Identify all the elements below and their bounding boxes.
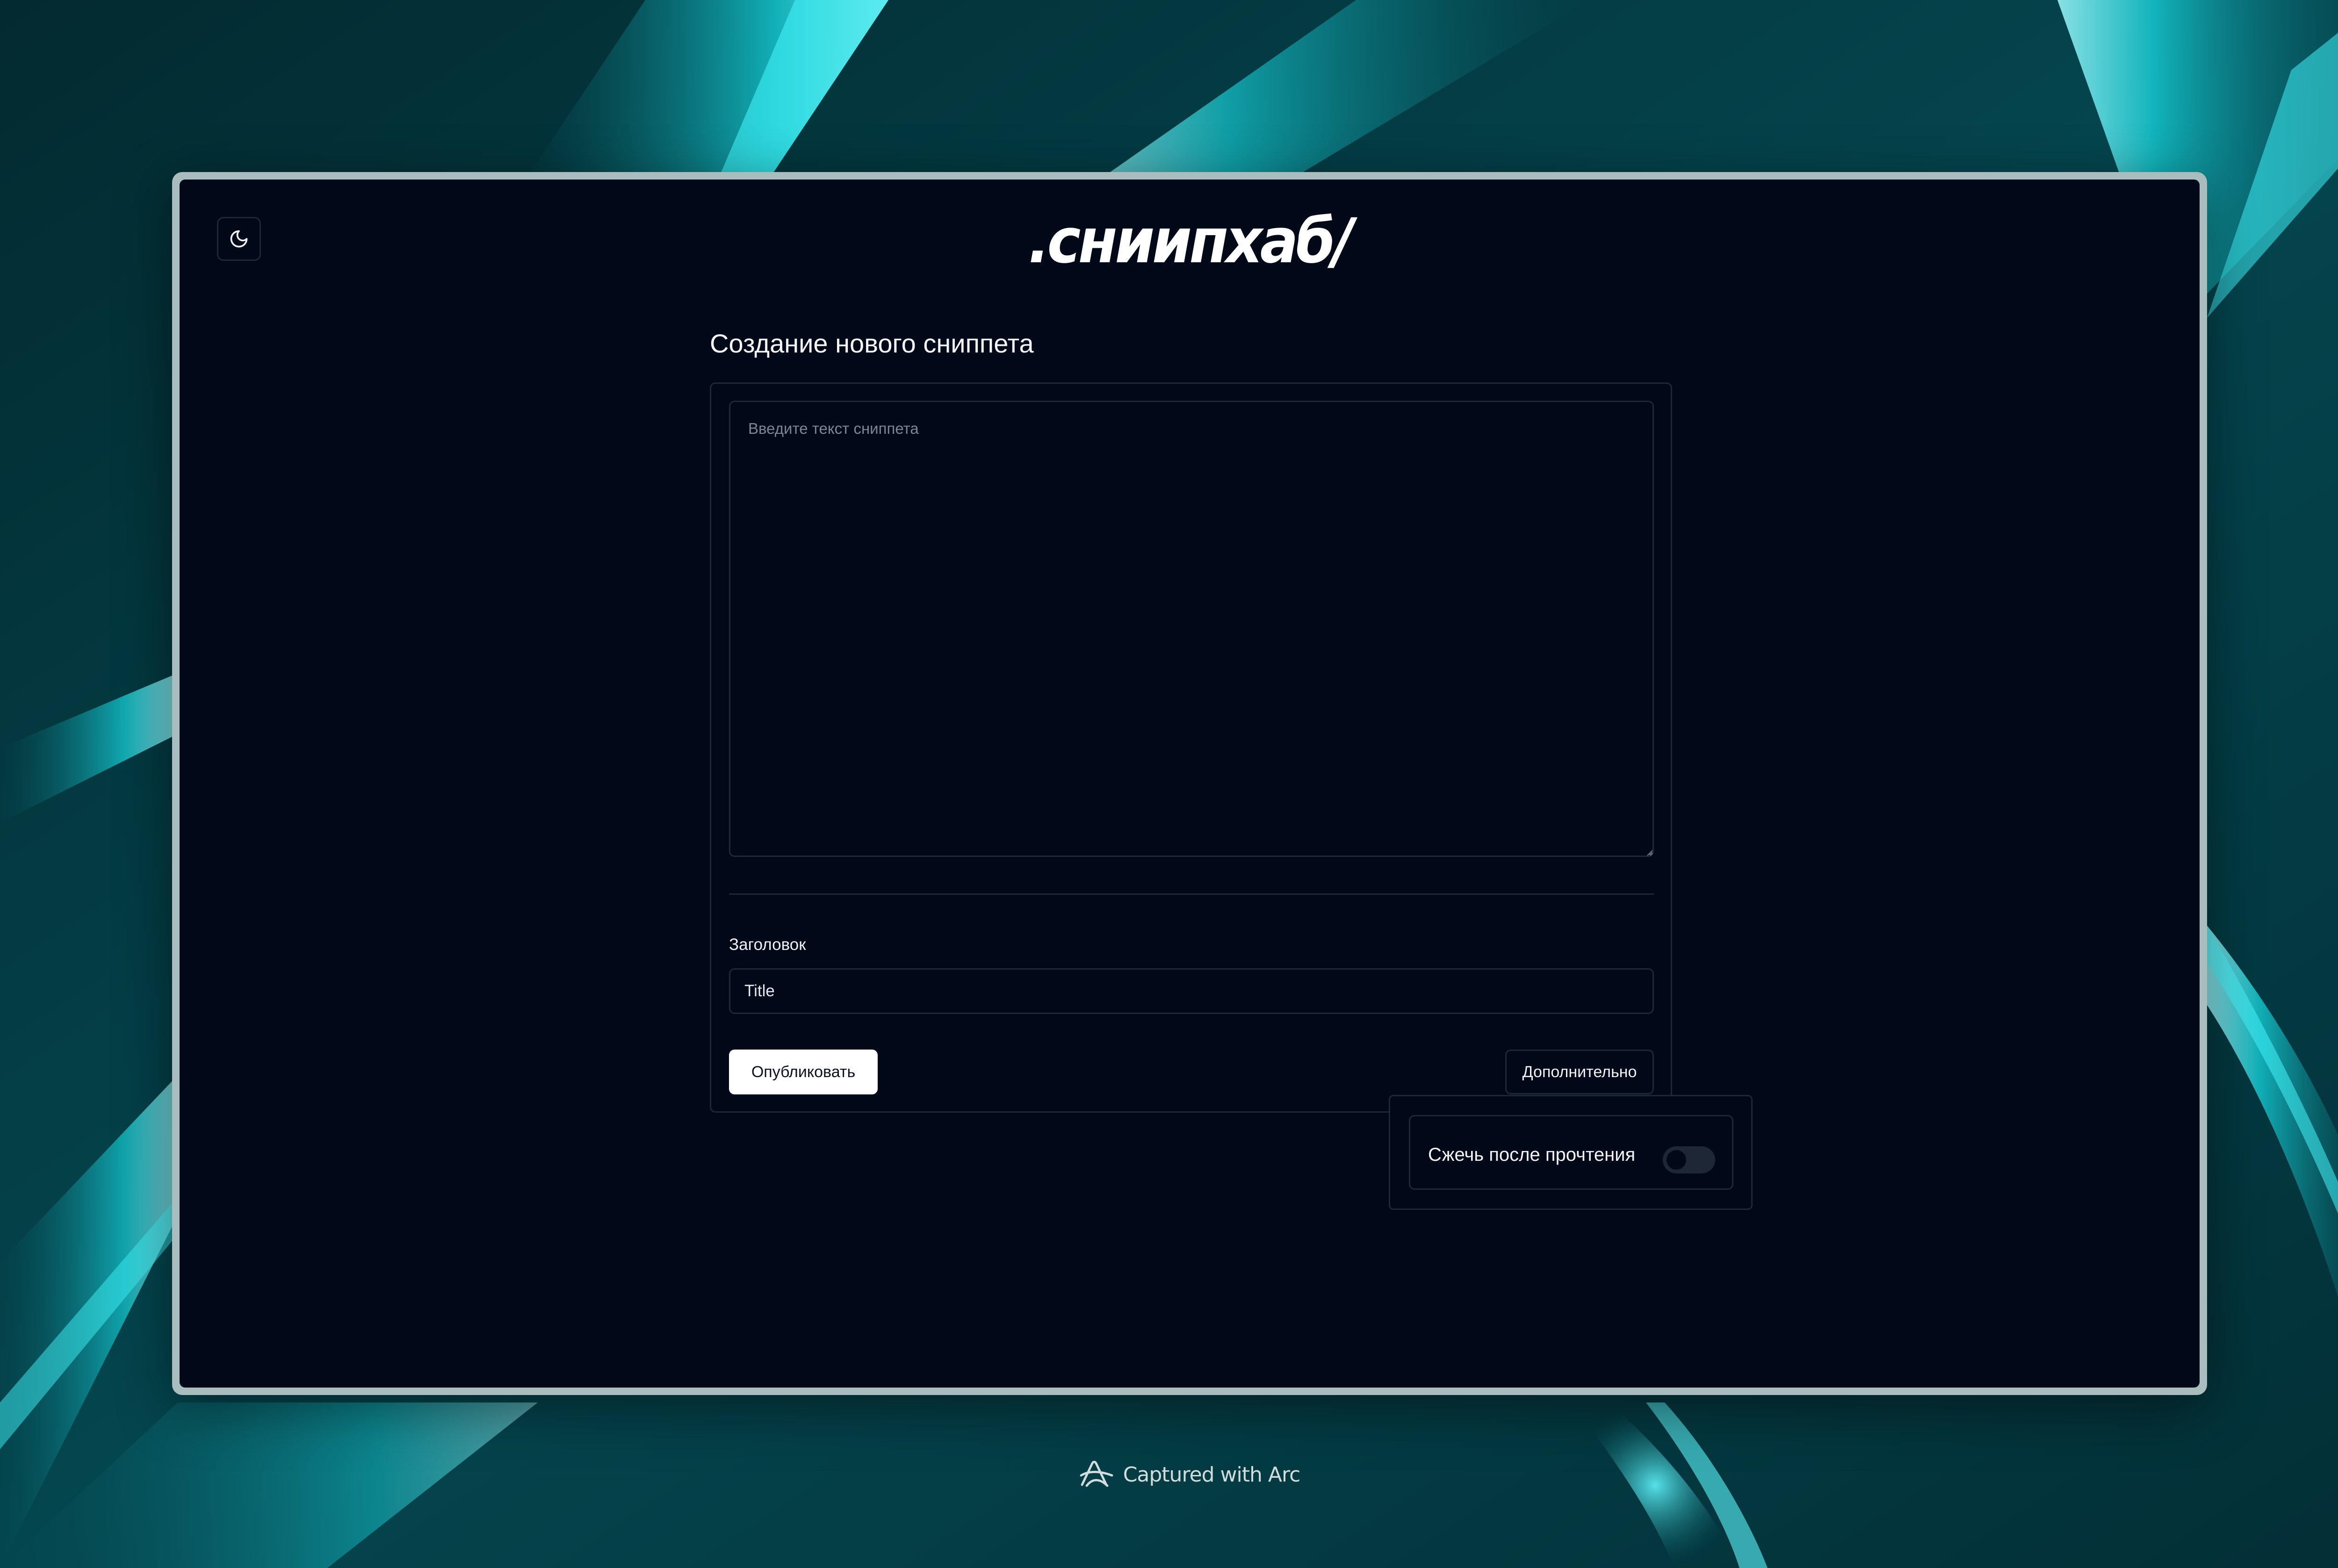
site-logo[interactable]: .сниипхаб/ (260, 204, 2119, 279)
capture-footer-text: Captured with Arc (1123, 1462, 1301, 1487)
browser-window: .сниипхаб/ Создание нового сниппета Заго… (172, 172, 2207, 1395)
title-input[interactable] (729, 968, 1654, 1014)
create-snippet-form: Заголовок Опубликовать Дополнительно (710, 382, 1672, 1113)
advanced-options-popover: Сжечь после прочтения (1389, 1095, 1753, 1210)
title-label: Заголовок (729, 935, 806, 954)
page-content: .сниипхаб/ Создание нового сниппета Заго… (180, 180, 2200, 1388)
arc-logo-icon (1080, 1460, 1113, 1487)
toggle-knob (1667, 1150, 1686, 1170)
burn-after-reading-label: Сжечь после прочтения (1428, 1144, 1636, 1165)
publish-button[interactable]: Опубликовать (729, 1050, 878, 1094)
burn-after-reading-toggle[interactable] (1663, 1146, 1715, 1173)
form-divider (729, 893, 1654, 895)
page-title: Создание нового сниппета (710, 329, 1034, 358)
resize-handle-icon[interactable] (1645, 849, 1653, 856)
theme-toggle-button[interactable] (217, 217, 261, 261)
snippet-textarea[interactable] (729, 401, 1654, 857)
moon-icon (230, 230, 248, 248)
capture-footer: Captured with Arc (0, 1460, 2338, 1489)
burn-after-reading-option: Сжечь после прочтения (1409, 1115, 1733, 1190)
more-options-button[interactable]: Дополнительно (1505, 1050, 1654, 1094)
